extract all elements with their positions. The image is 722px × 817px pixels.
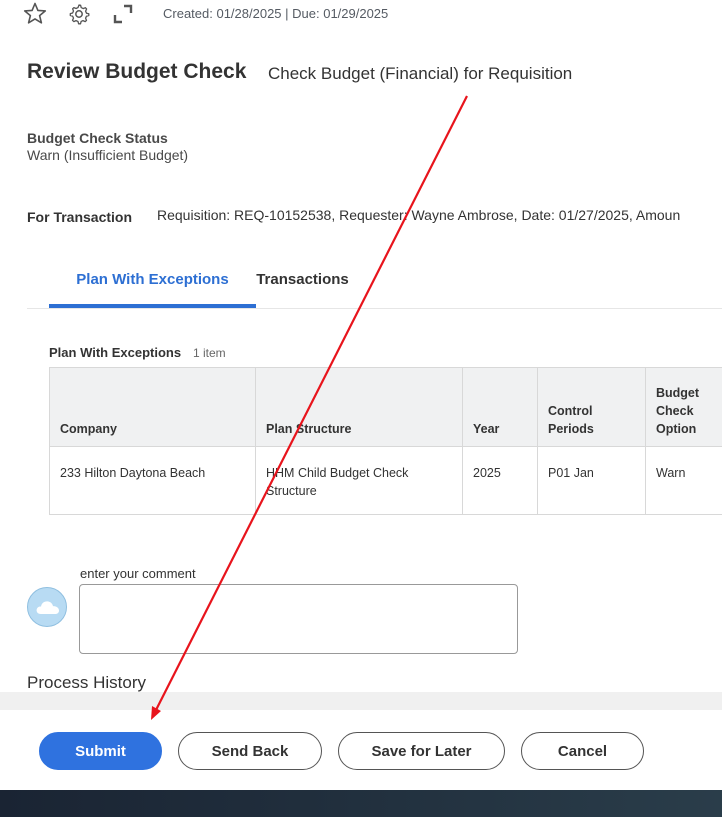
table-header-row: Company Plan Structure Year Control Peri… bbox=[49, 367, 722, 447]
send-back-button[interactable]: Send Back bbox=[178, 732, 322, 770]
cell-year: 2025 bbox=[462, 446, 538, 515]
avatar bbox=[27, 587, 67, 627]
process-history-title: Process History bbox=[27, 673, 147, 692]
footer-bar bbox=[0, 790, 722, 817]
created-due-meta: Created: 01/28/2025 | Due: 01/29/2025 bbox=[163, 6, 389, 21]
gear-icon[interactable] bbox=[66, 1, 92, 27]
page-subtitle: Check Budget (Financial) for Requisition bbox=[268, 64, 573, 83]
save-for-later-button[interactable]: Save for Later bbox=[338, 732, 505, 770]
comment-label: enter your comment bbox=[80, 566, 196, 581]
tab-bar: Plan With Exceptions Transactions bbox=[27, 258, 722, 309]
page-title: Review Budget Check bbox=[27, 60, 247, 83]
star-icon[interactable] bbox=[22, 1, 48, 27]
column-header-plan-structure[interactable]: Plan Structure bbox=[255, 367, 463, 447]
for-transaction-label: For Transaction bbox=[27, 209, 133, 225]
comment-field[interactable] bbox=[79, 584, 518, 654]
cell-company: 233 Hilton Daytona Beach bbox=[49, 446, 256, 515]
cell-plan-structure: HHM Child Budget Check Structure bbox=[255, 446, 463, 515]
budget-check-status-value: Warn (Insufficient Budget) bbox=[27, 147, 189, 163]
cell-budget-check-option: Warn bbox=[645, 446, 722, 515]
budget-check-status-label: Budget Check Status bbox=[27, 130, 168, 146]
column-header-company[interactable]: Company bbox=[49, 367, 256, 447]
column-header-control-periods[interactable]: Control Periods bbox=[537, 367, 646, 447]
plan-exceptions-table: Company Plan Structure Year Control Peri… bbox=[49, 367, 722, 515]
grid-title: Plan With Exceptions bbox=[49, 345, 182, 360]
top-toolbar: Created: 01/28/2025 | Due: 01/29/2025 bbox=[0, 0, 722, 30]
tab-plan-with-exceptions[interactable]: Plan With Exceptions bbox=[49, 258, 256, 308]
table-row: 233 Hilton Daytona Beach HHM Child Budge… bbox=[49, 446, 722, 515]
column-header-year[interactable]: Year bbox=[462, 367, 538, 447]
action-bar: Submit Send Back Save for Later Cancel bbox=[0, 710, 722, 790]
process-history-divider bbox=[0, 692, 722, 710]
column-header-budget-check-option[interactable]: Budget Check Option bbox=[645, 367, 722, 447]
cancel-button[interactable]: Cancel bbox=[521, 732, 644, 770]
cell-control-periods: P01 Jan bbox=[537, 446, 646, 515]
submit-button[interactable]: Submit bbox=[39, 732, 162, 770]
grid-item-count: 1 item bbox=[193, 346, 226, 360]
for-transaction-link[interactable]: Requisition: REQ-10152538, Requester: Wa… bbox=[157, 207, 680, 223]
cloud-icon bbox=[36, 601, 59, 614]
tab-transactions[interactable]: Transactions bbox=[245, 258, 360, 308]
expand-icon[interactable] bbox=[110, 1, 136, 27]
